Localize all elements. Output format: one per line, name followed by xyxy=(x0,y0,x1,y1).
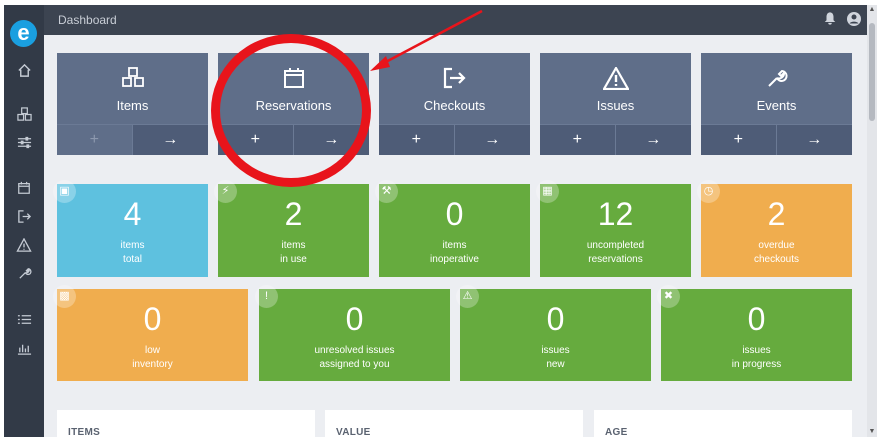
app-window: e Dashboard Items + → Reservations + → C… xyxy=(4,5,877,437)
annotation-arrow xyxy=(370,9,483,71)
